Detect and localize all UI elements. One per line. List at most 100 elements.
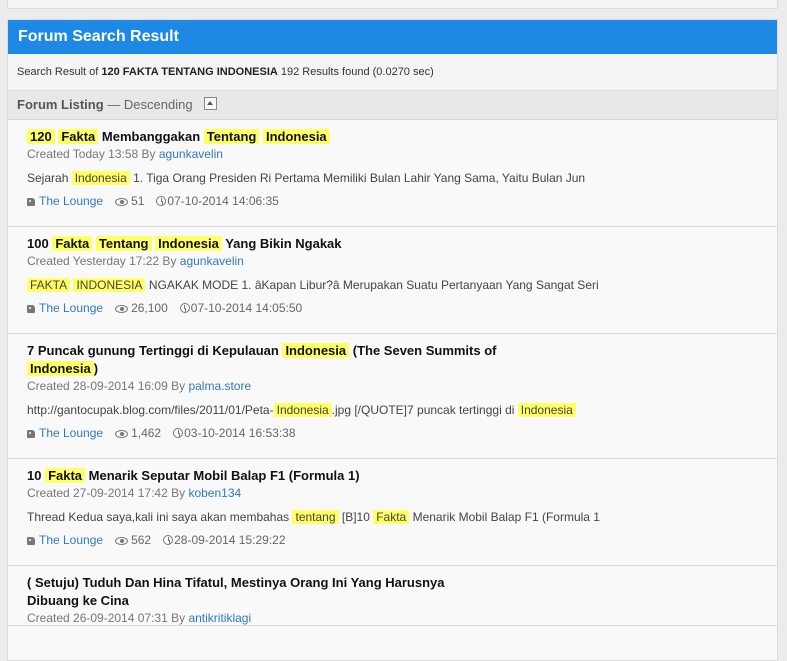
- title-text: ( Setuju) Tuduh Dan Hina Tifatul, Mestin…: [27, 575, 445, 608]
- result-meta: Created Today 13:58 By agunkavelin: [27, 147, 767, 161]
- result-item: 10 Fakta Menarik Seputar Mobil Balap F1 …: [8, 459, 777, 566]
- result-item: 100 Fakta Tentang Indonesia Yang Bikin N…: [8, 227, 777, 334]
- title-text: (The Seven Summits of: [349, 343, 497, 358]
- result-title-link[interactable]: 10 Fakta Menarik Seputar Mobil Balap F1 …: [27, 467, 497, 485]
- listing-sort[interactable]: — Descending: [107, 97, 192, 112]
- views-count: 1,462: [131, 426, 162, 440]
- result-title-link[interactable]: ( Setuju) Tuduh Dan Hina Tifatul, Mestin…: [27, 574, 497, 610]
- snippet-text: Menarik Mobil Balap F1 (Formula 1: [409, 510, 600, 524]
- eye-icon: [115, 305, 129, 313]
- result-meta: Created 26-09-2014 07:31 By antikritikla…: [27, 611, 767, 625]
- forum-link[interactable]: The Lounge: [39, 533, 103, 547]
- result-meta: Created Yesterday 17:22 By agunkavelin: [27, 254, 767, 268]
- tag-icon: [27, 305, 35, 313]
- author-link[interactable]: agunkavelin: [180, 254, 244, 268]
- highlight-term: Indonesia: [155, 236, 222, 251]
- result-item: 7 Puncak gunung Tertinggi di Kepulauan I…: [8, 334, 777, 459]
- result-item: ( Setuju) Tuduh Dan Hina Tifatul, Mestin…: [8, 566, 777, 626]
- top-strip: [7, 0, 778, 9]
- highlight-term: 120: [27, 129, 55, 144]
- last-post-time: 28-09-2014 15:29:22: [174, 533, 286, 547]
- title-text: 7 Puncak gunung Tertinggi di Kepulauan: [27, 343, 283, 358]
- result-snippet: FAKTA INDONESIA NGAKAK MODE 1. âKapan Li…: [27, 277, 767, 293]
- result-footer: The Lounge 51 07-10-2014 14:06:35: [27, 193, 767, 226]
- created-label: Created 28-09-2014 16:09 By: [27, 379, 186, 393]
- title-text: Menarik Seputar Mobil Balap F1 (Formula …: [85, 468, 360, 483]
- tag-icon: [27, 430, 35, 438]
- snippet-text: NGAKAK MODE 1. âKapan Libur?â Merupakan …: [145, 278, 599, 292]
- created-label: Created 27-09-2014 17:42 By: [27, 486, 186, 500]
- highlight-term: Fakta: [52, 236, 93, 251]
- title-text: 100: [27, 236, 53, 251]
- highlight-term: Indonesia: [273, 403, 332, 417]
- result-meta: Created 28-09-2014 16:09 By palma.store: [27, 379, 767, 393]
- highlight-term: Fakta: [58, 129, 99, 144]
- title-text: Membanggakan: [98, 129, 204, 144]
- highlight-term: INDONESIA: [73, 278, 146, 292]
- views-count: 26,100: [131, 301, 168, 315]
- eye-icon: [115, 537, 129, 545]
- snippet-text: Sejarah: [27, 171, 72, 185]
- forum-search-panel: Forum Search Result Search Result of 120…: [7, 19, 778, 661]
- forum-link[interactable]: The Lounge: [39, 426, 103, 440]
- highlight-term: Indonesia: [282, 343, 350, 358]
- highlight-term: Fakta: [45, 468, 86, 483]
- summary-query: 120 FAKTA TENTANG INDONESIA: [101, 66, 278, 78]
- panel-header: Forum Search Result: [8, 20, 777, 54]
- created-label: Created Yesterday 17:22 By: [27, 254, 177, 268]
- result-title-link[interactable]: 100 Fakta Tentang Indonesia Yang Bikin N…: [27, 235, 497, 253]
- result-meta: Created 27-09-2014 17:42 By koben134: [27, 486, 767, 500]
- result-snippet: Sejarah Indonesia 1. Tiga Orang Presiden…: [27, 170, 767, 186]
- clock-icon: [163, 535, 174, 545]
- result-footer: The Lounge 26,100 07-10-2014 14:05:50: [27, 300, 767, 333]
- created-label: Created 26-09-2014 07:31 By: [27, 611, 186, 625]
- result-snippet: Thread Kedua saya,kali ini saya akan mem…: [27, 509, 767, 525]
- highlight-term: Indonesia: [517, 403, 576, 417]
- snippet-text: Thread Kedua saya,kali ini saya akan mem…: [27, 510, 293, 524]
- author-link[interactable]: antikritiklagi: [188, 611, 251, 625]
- views-count: 562: [131, 533, 152, 547]
- forum-listing-bar: Forum Listing — Descending: [8, 91, 777, 120]
- eye-icon: [115, 198, 129, 206]
- result-item: 120 Fakta Membanggakan Tentang Indonesia…: [8, 120, 777, 227]
- summary-prefix: Search Result of: [17, 66, 99, 78]
- result-title-link[interactable]: 120 Fakta Membanggakan Tentang Indonesia: [27, 128, 497, 146]
- result-footer: The Lounge 1,462 03-10-2014 16:53:38: [27, 425, 767, 458]
- highlight-term: tentang: [292, 510, 339, 524]
- highlight-term: FAKTA: [27, 278, 71, 292]
- eye-icon: [115, 430, 129, 438]
- result-title-link[interactable]: 7 Puncak gunung Tertinggi di Kepulauan I…: [27, 342, 497, 378]
- forum-link[interactable]: The Lounge: [39, 301, 103, 315]
- views-count: 51: [131, 194, 145, 208]
- last-post-time: 07-10-2014 14:05:50: [190, 301, 303, 315]
- highlight-term: Indonesia: [27, 361, 94, 376]
- clock-icon: [179, 303, 190, 313]
- collapse-up-icon[interactable]: [204, 97, 218, 110]
- listing-title: Forum Listing: [17, 97, 104, 112]
- forum-link[interactable]: The Lounge: [39, 194, 103, 208]
- snippet-text: 1. Tiga Orang Presiden Ri Pertama Memili…: [129, 171, 586, 185]
- clock-icon: [173, 428, 184, 438]
- last-post-time: 07-10-2014 14:06:35: [167, 194, 279, 208]
- title-text: Yang Bikin Ngakak: [221, 236, 342, 251]
- title-text: 10: [27, 468, 46, 483]
- author-link[interactable]: koben134: [188, 486, 241, 500]
- last-post-time: 03-10-2014 16:53:38: [184, 426, 296, 440]
- highlight-term: Tentang: [95, 236, 152, 251]
- author-link[interactable]: palma.store: [188, 379, 251, 393]
- search-summary: Search Result of 120 FAKTA TENTANG INDON…: [8, 54, 777, 91]
- result-footer: The Lounge 562 28-09-2014 15:29:22: [27, 532, 767, 565]
- created-label: Created Today 13:58 By: [27, 147, 156, 161]
- highlight-term: Indonesia: [71, 171, 130, 185]
- title-text: ): [93, 361, 99, 376]
- highlight-term: Indonesia: [262, 129, 330, 144]
- result-snippet: http://gantocupak.blog.com/files/2011/01…: [27, 402, 767, 418]
- results-list: 120 Fakta Membanggakan Tentang Indonesia…: [8, 120, 777, 626]
- clock-icon: [156, 196, 167, 206]
- snippet-text: .jpg [/QUOTE]7 puncak tertinggi di: [331, 403, 518, 417]
- highlight-term: Tentang: [203, 129, 260, 144]
- snippet-text: [B]10: [338, 510, 374, 524]
- tag-icon: [27, 537, 35, 545]
- tag-icon: [27, 198, 35, 206]
- author-link[interactable]: agunkavelin: [159, 147, 223, 161]
